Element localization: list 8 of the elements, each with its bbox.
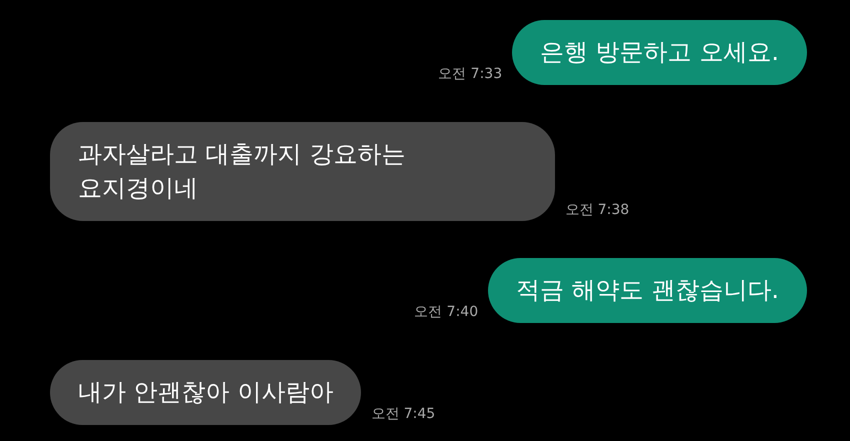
message-bubble: 적금 해약도 괜찮습니다.	[488, 258, 807, 323]
message-bubble: 은행 방문하고 오세요.	[512, 20, 807, 85]
message-time: 오전 7:45	[371, 405, 436, 423]
message-time: 오전 7:40	[414, 303, 478, 321]
message-bubble: 과자살라고 대출까지 강요하는 요지경이네	[50, 122, 556, 221]
message-time: 오전 7:33	[438, 65, 502, 83]
message-time: 오전 7:38	[565, 201, 630, 219]
message-bubble: 내가 안괜찮아 이사람아	[50, 360, 362, 425]
